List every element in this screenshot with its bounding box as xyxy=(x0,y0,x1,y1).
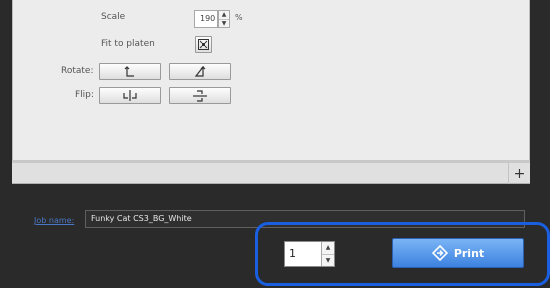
fit-to-platen-icon xyxy=(198,39,209,50)
flip-horizontal-button[interactable] xyxy=(99,87,161,104)
scale-spinner[interactable]: ▲ ▼ xyxy=(218,10,230,28)
rotate-left-button[interactable] xyxy=(99,63,161,80)
scale-decrement-icon[interactable]: ▼ xyxy=(219,19,229,27)
print-diamond-icon xyxy=(431,245,448,261)
flip-horizontal-icon xyxy=(123,90,137,101)
layout-settings-panel: Scale 190 ▲ ▼ % Fit to platen Rotate: Fl… xyxy=(12,0,530,160)
layer-list-bar: + xyxy=(12,163,530,184)
flip-label: Flip: xyxy=(75,90,94,100)
scale-increment-icon[interactable]: ▲ xyxy=(219,11,229,19)
scale-unit: % xyxy=(235,13,243,22)
flip-vertical-icon xyxy=(193,89,207,102)
rotate-right-button[interactable] xyxy=(169,63,231,80)
fit-to-platen-button[interactable] xyxy=(195,36,212,53)
flip-vertical-button[interactable] xyxy=(169,87,231,104)
copies-decrement-icon[interactable]: ▼ xyxy=(322,254,334,266)
copies-value[interactable]: 1 xyxy=(289,247,296,260)
copies-stepper[interactable]: 1 ▲ ▼ xyxy=(284,241,335,267)
rotate-left-icon xyxy=(124,66,134,77)
copies-increment-icon[interactable]: ▲ xyxy=(322,242,334,254)
print-button-label: Print xyxy=(453,246,485,260)
fit-to-platen-label: Fit to platen xyxy=(101,39,155,49)
scale-input[interactable]: 190 xyxy=(194,10,218,28)
rotate-right-icon xyxy=(194,66,206,77)
add-layer-button[interactable]: + xyxy=(508,163,530,184)
scale-label: Scale xyxy=(101,12,126,22)
copies-spinner[interactable]: ▲ ▼ xyxy=(321,242,334,266)
rotate-label: Rotate: xyxy=(61,66,94,76)
print-button[interactable]: Print xyxy=(392,238,524,268)
job-name-label[interactable]: Job name: xyxy=(34,216,74,225)
